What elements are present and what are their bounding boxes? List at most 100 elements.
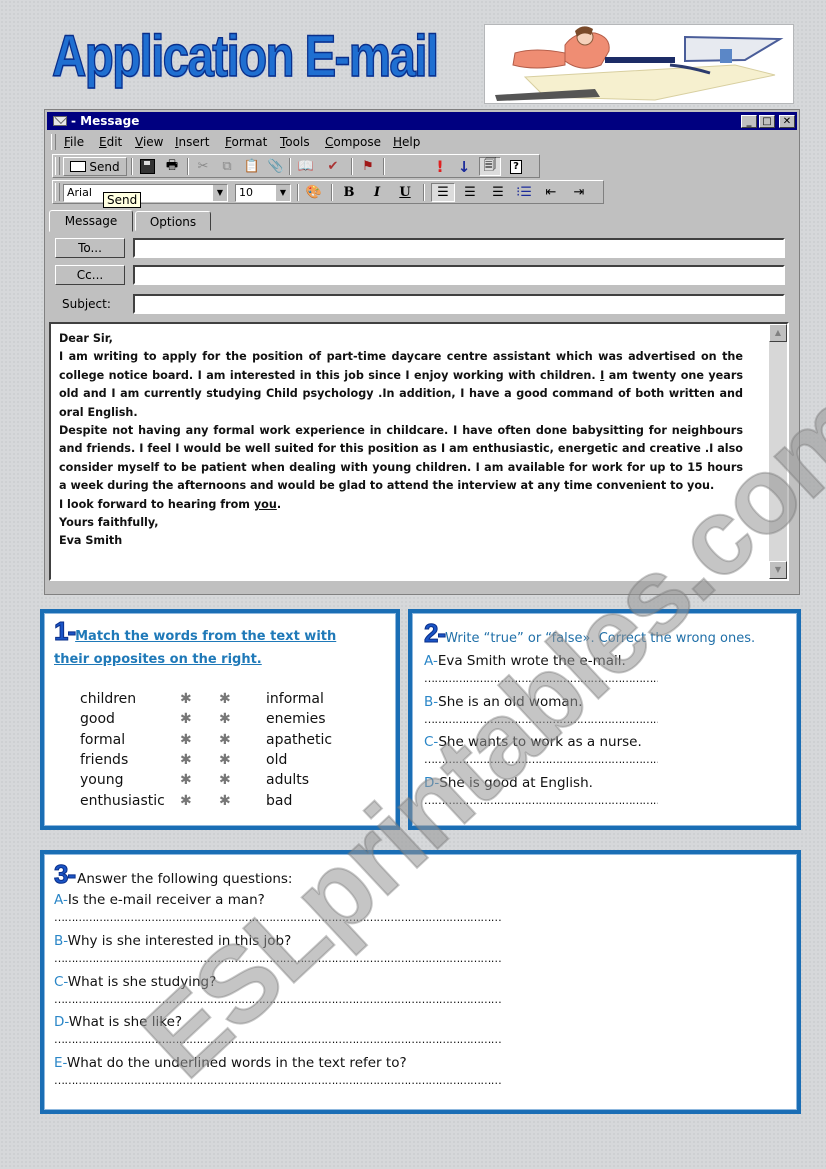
scroll-up-button[interactable]: ▲ xyxy=(769,324,787,342)
star-icon[interactable]: ✱ xyxy=(219,770,231,790)
scroll-down-button[interactable]: ▼ xyxy=(769,561,787,579)
toolbar-separator xyxy=(187,158,189,175)
help-button[interactable]: ? xyxy=(505,157,527,176)
answer-line[interactable]: …………………………………………………………………………………………………………… xyxy=(54,910,582,926)
font-value: Arial xyxy=(67,186,92,199)
copy-button[interactable]: ⧉ xyxy=(217,157,237,176)
answer-line[interactable]: …………………………………………………………… xyxy=(424,712,658,728)
answer-line[interactable]: …………………………………………………………………………………………………………… xyxy=(54,1032,582,1048)
toolbar-grip[interactable] xyxy=(55,183,60,201)
cut-button[interactable]: ✂ xyxy=(193,157,213,176)
match-row: young ✱ ✱ adults xyxy=(80,770,400,790)
font-size-select[interactable]: 10 ▼ xyxy=(235,184,291,202)
star-icon[interactable]: ✱ xyxy=(180,730,192,750)
answer-line[interactable]: …………………………………………………………………………………………………………… xyxy=(54,951,582,967)
letter-closing: Yours faithfully, xyxy=(59,516,159,530)
menu-insert[interactable]: Insert xyxy=(175,134,209,150)
subject-label: Subject: xyxy=(62,297,111,311)
minimize-button[interactable]: _ xyxy=(741,115,757,128)
window-titlebar[interactable]: - Message _ □ ✕ xyxy=(47,112,797,130)
tab-message[interactable]: Message xyxy=(49,210,133,232)
check-names-button[interactable]: ✔ xyxy=(321,157,345,176)
paste-button[interactable]: 📋 xyxy=(241,157,263,176)
to-input[interactable] xyxy=(133,238,785,258)
print-button[interactable]: 🖶 xyxy=(161,157,183,176)
match-word: enthusiastic xyxy=(80,792,165,809)
letter-text-run: I look forward to hearing from xyxy=(59,497,254,511)
answer-line[interactable]: …………………………………………………………… xyxy=(424,793,658,809)
color-button[interactable]: 🎨 xyxy=(303,183,325,202)
cc-button[interactable]: Cc... xyxy=(55,265,125,285)
true-false-item: A-Eva Smith wrote the e-mail. xyxy=(424,651,626,671)
menu-help[interactable]: Help xyxy=(393,134,420,150)
star-icon[interactable]: ✱ xyxy=(219,791,231,811)
italic-button[interactable]: I xyxy=(367,183,387,202)
address-book-button[interactable]: 📖 xyxy=(295,157,317,176)
menu-compose[interactable]: Compose xyxy=(325,134,381,150)
toolbar-grip[interactable] xyxy=(55,157,60,175)
letter-paragraph-1: I am writing to apply for the position o… xyxy=(59,348,743,422)
properties-button[interactable]: 🗐 xyxy=(479,157,501,176)
increase-indent-button[interactable]: ⇥ xyxy=(567,183,591,202)
color-icon: 🎨 xyxy=(305,185,323,200)
item-statement: She wants to work as a nurse. xyxy=(438,734,642,751)
align-right-button[interactable]: ☰ xyxy=(487,183,509,202)
answer-line[interactable]: …………………………………………………………………………………………………………… xyxy=(54,992,582,1008)
star-icon[interactable]: ✱ xyxy=(180,709,192,729)
woman-at-computer-illustration xyxy=(495,26,784,101)
star-icon[interactable]: ✱ xyxy=(219,709,231,729)
decrease-indent-button[interactable]: ⇤ xyxy=(539,183,563,202)
low-priority-button[interactable]: ↓ xyxy=(455,157,473,176)
item-letter: A- xyxy=(54,892,68,908)
menu-edit[interactable]: Edit xyxy=(99,134,122,150)
bold-button[interactable]: B xyxy=(339,183,359,202)
exercise-instruction: Write “true” or “false». Correct the wro… xyxy=(445,631,756,646)
letter-signature: Eva Smith xyxy=(59,534,123,548)
close-button[interactable]: ✕ xyxy=(779,115,795,128)
subject-input[interactable] xyxy=(133,294,785,314)
flag-button[interactable]: ⚑ xyxy=(357,157,379,176)
star-icon[interactable]: ✱ xyxy=(180,791,192,811)
menu-file[interactable]: File xyxy=(64,134,84,150)
menu-grip[interactable] xyxy=(51,134,56,150)
item-letter: E- xyxy=(54,1055,67,1072)
send-button[interactable]: Send xyxy=(63,157,127,176)
item-letter: A- xyxy=(424,653,438,669)
letter-paragraph-2: Despite not having any formal work exper… xyxy=(59,424,743,493)
align-center-button[interactable]: ☰ xyxy=(459,183,481,202)
cc-input[interactable] xyxy=(133,265,785,285)
answer-line[interactable]: …………………………………………………………………………………………………………… xyxy=(54,1073,582,1089)
send-icon xyxy=(70,161,87,172)
match-word: young xyxy=(80,772,124,789)
star-icon[interactable]: ✱ xyxy=(180,689,192,709)
maximize-button[interactable]: □ xyxy=(759,115,775,128)
align-left-button[interactable]: ☰ xyxy=(431,183,455,202)
star-icon[interactable]: ✱ xyxy=(219,730,231,750)
menu-view[interactable]: View xyxy=(135,134,163,150)
star-icon[interactable]: ✱ xyxy=(219,750,231,770)
bullets-button[interactable]: ⁝☰ xyxy=(513,183,535,202)
question-text: What is she like? xyxy=(68,1014,183,1031)
chevron-down-icon[interactable]: ▼ xyxy=(275,185,290,201)
send-tooltip: Send xyxy=(103,192,142,208)
answer-line[interactable]: …………………………………………………………… xyxy=(424,671,658,687)
star-icon[interactable]: ✱ xyxy=(180,770,192,790)
star-icon[interactable]: ✱ xyxy=(180,750,192,770)
toolbar-separator xyxy=(289,158,291,175)
true-false-item: B-She is an old woman. xyxy=(424,692,583,712)
menu-tools[interactable]: Tools xyxy=(280,134,310,150)
high-priority-button[interactable]: ! xyxy=(431,157,449,176)
chevron-down-icon[interactable]: ▼ xyxy=(212,185,227,201)
font-select[interactable]: Arial ▼ xyxy=(63,184,228,202)
vertical-scrollbar[interactable]: ▲ ▼ xyxy=(769,324,787,579)
attach-button[interactable]: 📎 xyxy=(267,157,285,176)
true-false-item: D-She is good at English. xyxy=(424,773,593,793)
tab-options[interactable]: Options xyxy=(135,211,211,231)
message-body[interactable]: Dear Sir, I am writing to apply for the … xyxy=(49,322,789,581)
answer-line[interactable]: …………………………………………………………… xyxy=(424,752,658,768)
menu-format[interactable]: Format xyxy=(225,134,267,150)
to-button[interactable]: To... xyxy=(55,238,125,258)
star-icon[interactable]: ✱ xyxy=(219,689,231,709)
underline-button[interactable]: U xyxy=(395,183,415,202)
save-button[interactable] xyxy=(137,157,157,176)
